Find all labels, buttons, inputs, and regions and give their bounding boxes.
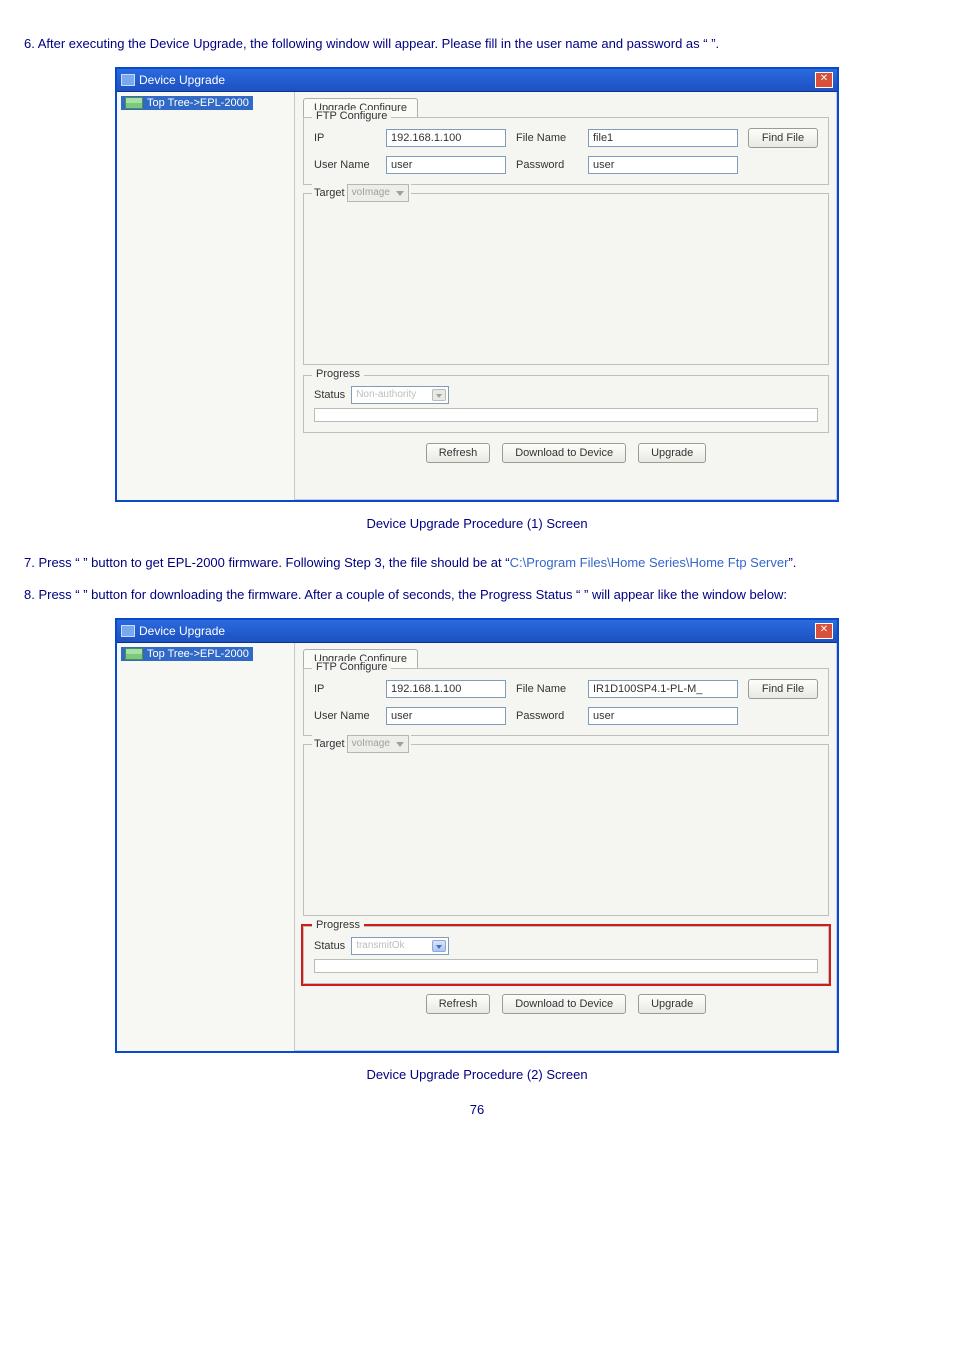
- ip-input[interactable]: [386, 129, 506, 147]
- target-select: voImage: [347, 184, 409, 202]
- target-group: Target voImage: [303, 744, 829, 916]
- target-group: Target voImage: [303, 193, 829, 365]
- window-title: Device Upgrade: [139, 73, 225, 87]
- password-input[interactable]: [588, 707, 738, 725]
- username-input[interactable]: [386, 156, 506, 174]
- status-label: Status: [314, 940, 345, 952]
- username-label: User Name: [314, 159, 376, 171]
- close-icon[interactable]: ✕: [815, 72, 833, 88]
- tree-item-selected[interactable]: Top Tree->EPL-2000: [121, 96, 253, 110]
- password-input[interactable]: [588, 156, 738, 174]
- ip-input[interactable]: [386, 680, 506, 698]
- figure-1-caption: Device Upgrade Procedure (1) Screen: [24, 516, 930, 531]
- target-label: Target: [314, 738, 345, 750]
- download-button[interactable]: Download to Device: [502, 443, 626, 463]
- progress-bar: [314, 408, 818, 422]
- step-7-text: 7. Press “ ” button to get EPL-2000 firm…: [24, 551, 930, 576]
- status-select: transmitOk: [351, 937, 449, 955]
- figure-2-caption: Device Upgrade Procedure (2) Screen: [24, 1067, 930, 1082]
- ftp-group-legend: FTP Configure: [312, 661, 391, 673]
- tree-pane: Top Tree->EPL-2000: [117, 92, 295, 500]
- tree-item-label: Top Tree->EPL-2000: [147, 97, 249, 109]
- filename-input[interactable]: [588, 129, 738, 147]
- upgrade-button[interactable]: Upgrade: [638, 994, 706, 1014]
- device-upgrade-window-2: Device Upgrade ✕ Top Tree->EPL-2000 Upgr…: [115, 618, 839, 1053]
- progress-group: Progress Status transmitOk: [303, 926, 829, 984]
- username-input[interactable]: [386, 707, 506, 725]
- device-icon: [125, 648, 143, 660]
- tree-pane: Top Tree->EPL-2000: [117, 643, 295, 1051]
- filename-label: File Name: [516, 683, 578, 695]
- status-label: Status: [314, 389, 345, 401]
- window-title: Device Upgrade: [139, 624, 225, 638]
- filename-input[interactable]: [588, 680, 738, 698]
- window-titlebar: Device Upgrade ✕: [117, 69, 837, 92]
- filename-label: File Name: [516, 132, 578, 144]
- password-label: Password: [516, 159, 578, 171]
- ftp-group-legend: FTP Configure: [312, 110, 391, 122]
- progress-legend: Progress: [312, 919, 364, 931]
- close-icon[interactable]: ✕: [815, 623, 833, 639]
- page-number: 76: [24, 1102, 930, 1117]
- ip-label: IP: [314, 683, 376, 695]
- target-select: voImage: [347, 735, 409, 753]
- step-6-text: 6. After executing the Device Upgrade, t…: [24, 32, 930, 57]
- progress-legend: Progress: [312, 368, 364, 380]
- step-8-text: 8. Press “ ” button for downloading the …: [24, 583, 930, 608]
- progress-bar: [314, 959, 818, 973]
- progress-group: Progress Status Non-authority: [303, 375, 829, 433]
- target-label: Target: [314, 187, 345, 199]
- upgrade-button[interactable]: Upgrade: [638, 443, 706, 463]
- status-select: Non-authority: [351, 386, 449, 404]
- figure-1: Device Upgrade ✕ Top Tree->EPL-2000 Upgr…: [24, 67, 930, 502]
- window-icon: [121, 74, 135, 86]
- username-label: User Name: [314, 710, 376, 722]
- device-upgrade-window: Device Upgrade ✕ Top Tree->EPL-2000 Upgr…: [115, 67, 839, 502]
- password-label: Password: [516, 710, 578, 722]
- tree-item-label: Top Tree->EPL-2000: [147, 648, 249, 660]
- find-file-button[interactable]: Find File: [748, 679, 818, 699]
- download-button[interactable]: Download to Device: [502, 994, 626, 1014]
- refresh-button[interactable]: Refresh: [426, 994, 491, 1014]
- tree-item-selected[interactable]: Top Tree->EPL-2000: [121, 647, 253, 661]
- refresh-button[interactable]: Refresh: [426, 443, 491, 463]
- find-file-button[interactable]: Find File: [748, 128, 818, 148]
- ftp-configure-group: FTP Configure IP File Name Find File Use…: [303, 668, 829, 736]
- file-path-link: C:\Program Files\Home Series\Home Ftp Se…: [510, 555, 789, 570]
- figure-2: Device Upgrade ✕ Top Tree->EPL-2000 Upgr…: [24, 618, 930, 1053]
- window-icon: [121, 625, 135, 637]
- device-icon: [125, 97, 143, 109]
- ip-label: IP: [314, 132, 376, 144]
- ftp-configure-group: FTP Configure IP File Name Find File Use…: [303, 117, 829, 185]
- window-titlebar: Device Upgrade ✕: [117, 620, 837, 643]
